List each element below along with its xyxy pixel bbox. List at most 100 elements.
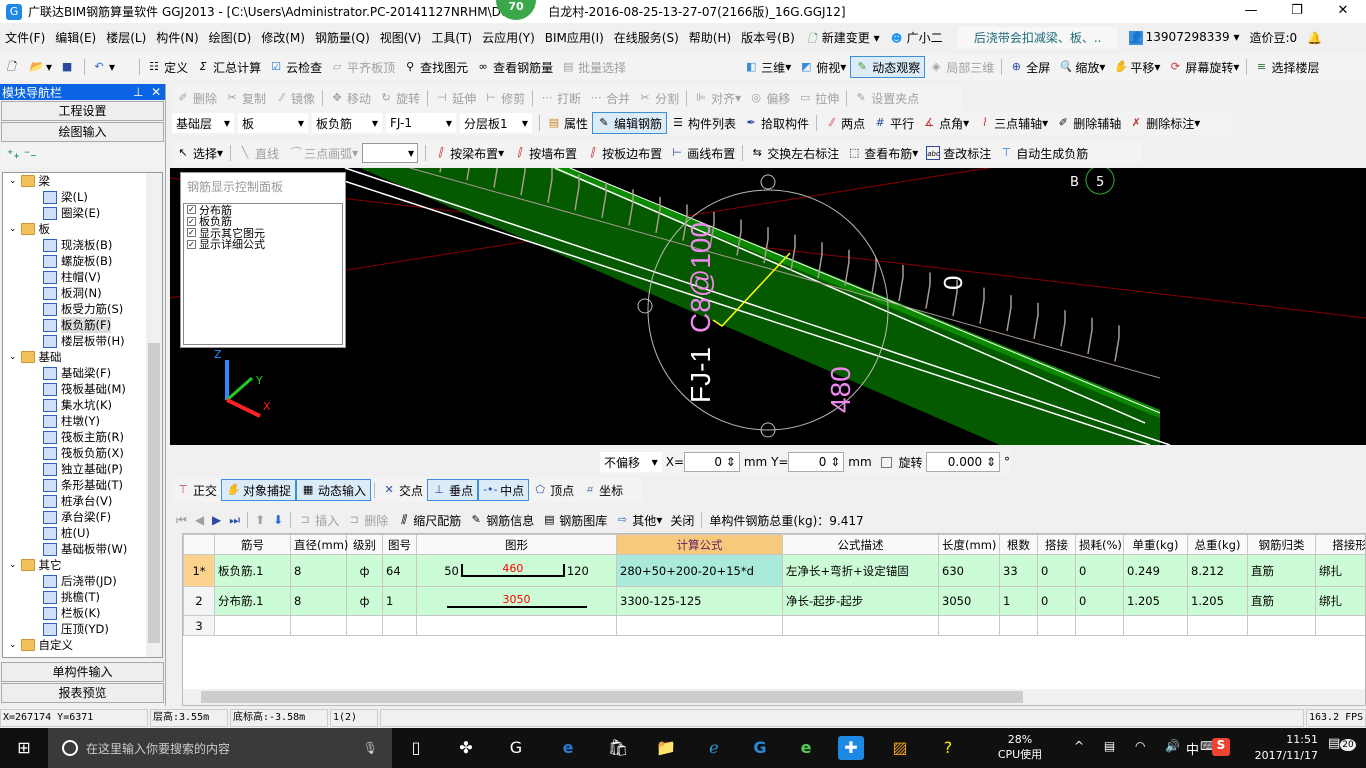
tree-item[interactable]: 压顶(YD) [3, 621, 162, 637]
tree-item[interactable]: 筏板主筋(R) [3, 429, 162, 445]
tree-item[interactable]: 挑檐(T) [3, 589, 162, 605]
cell-figure-no[interactable]: 1 [382, 586, 417, 616]
line-button[interactable]: ╲ 直线 [234, 142, 283, 164]
tree-item[interactable]: 后浇带(JD) [3, 573, 162, 589]
menu-edit[interactable]: 编辑(E) [50, 29, 101, 46]
column-header[interactable]: 图形 [416, 534, 617, 555]
nav-close-icon[interactable]: ✕ [151, 85, 161, 99]
first-record-button[interactable]: ⏮ [172, 509, 191, 531]
taskbar-search[interactable]: 在这里输入你要搜索的内容 🎙 [48, 728, 392, 768]
column-header[interactable]: 总重(kg) [1187, 534, 1248, 555]
column-header[interactable]: 筋号 [214, 534, 291, 555]
three-point-axis-button[interactable]: ⌇ 三点辅轴 ▾ [973, 112, 1052, 134]
app-notes-icon[interactable]: ▨ [888, 736, 912, 760]
cell-count[interactable]: 33 [999, 554, 1038, 587]
calculate-button[interactable]: Σ 汇总计算 [192, 56, 265, 78]
file-explorer-icon[interactable]: 📁 [654, 736, 678, 760]
vertex-snap-button[interactable]: ⬠ 顶点 [529, 479, 578, 501]
tray-icons[interactable]: ^ ▤ ◠ 🔊 ⌨ [1074, 739, 1225, 753]
collapse-all-icon[interactable]: ⁻₋ [24, 147, 37, 161]
copy-button[interactable]: ✂ 复制 [221, 87, 270, 109]
menu-view[interactable]: 视图(V) [375, 29, 427, 46]
column-header[interactable]: 计算公式 [616, 534, 783, 555]
tree-item[interactable]: 梁(L) [3, 189, 162, 205]
view-rebar-qty-button[interactable]: ∞ 查看钢筋量 [472, 56, 557, 78]
edit-rebar-button[interactable]: ✎ 编辑钢筋 [592, 112, 668, 134]
ggj-app-icon[interactable]: ✚ [838, 736, 864, 760]
chevron-down-icon[interactable]: ⌄ [9, 560, 17, 570]
screen-rotate-button[interactable]: ⟳ 屏幕旋转 ▾ [1164, 56, 1243, 78]
assistant-button[interactable]: ☻ 广小二 [885, 29, 948, 46]
column-header[interactable]: 直径(mm) [290, 534, 348, 555]
select-floor-button[interactable]: ≡ 选择楼层 [1250, 56, 1323, 78]
ime-indicator[interactable]: 中 [1186, 739, 1199, 758]
help-app-icon[interactable]: ? [936, 736, 960, 760]
menu-bim[interactable]: BIM应用(I) [540, 29, 609, 46]
column-header[interactable]: 图号 [382, 534, 417, 555]
place-by-slab-edge-button[interactable]: ⫿ 按板边布置 [581, 142, 666, 164]
nav-single-component-input[interactable]: 单构件输入 [1, 662, 164, 682]
pan-button[interactable]: ✋ 平移 ▾ [1109, 56, 1164, 78]
ortho-button[interactable]: ⊤ 正交 [172, 479, 221, 501]
edit-label-button[interactable]: abc 查改标注 [922, 142, 995, 164]
cell-lap[interactable]: 0 [1037, 586, 1076, 616]
cell-count[interactable]: 1 [999, 586, 1038, 616]
orbit-button[interactable]: ✎ 动态观察 [850, 56, 926, 78]
cloud-check-button[interactable]: ☑ 云检查 [265, 56, 326, 78]
object-snap-button[interactable]: ✋ 对象捕捉 [221, 479, 297, 501]
next-record-button[interactable]: ▶ [208, 509, 225, 531]
tree-item[interactable]: 柱墩(Y) [3, 413, 162, 429]
cell-length[interactable]: 630 [938, 554, 1000, 587]
split-button[interactable]: ✂ 分割 [634, 87, 683, 109]
last-record-button[interactable]: ⏭ [225, 509, 244, 531]
two-point-axis-button[interactable]: ⫽ 两点 [820, 112, 869, 134]
tree-item[interactable]: 基础梁(F) [3, 365, 162, 381]
arc-button[interactable]: ⌒ 三点画弧 ▾ [283, 142, 362, 164]
open-button[interactable]: 📂 ▾ [25, 56, 56, 78]
windows-start-icon[interactable]: ⊞ [12, 736, 36, 760]
rotate-button[interactable]: ↻ 旋转 [375, 87, 424, 109]
align-button[interactable]: ⊫ 对齐 ▾ [690, 87, 745, 109]
tree-item[interactable]: 螺旋板(B) [3, 253, 162, 269]
column-header[interactable]: 公式描述 [782, 534, 939, 555]
clock[interactable]: 11:51 2017/11/17 [1238, 732, 1318, 764]
cell-description[interactable]: 左净长+弯折+设定锚固 [782, 554, 939, 587]
delete-row-button[interactable]: ⊐ 删除 [343, 509, 392, 531]
cell-grade[interactable]: ф [346, 586, 383, 616]
cell-description[interactable]: 净长-起步-起步 [782, 586, 939, 616]
pin-icon[interactable]: ⊥ [133, 85, 143, 99]
minimize-button[interactable]: — [1228, 0, 1274, 23]
cell-figure-no[interactable]: 64 [382, 554, 417, 587]
tree-item[interactable]: 板受力筋(S) [3, 301, 162, 317]
cell-unit-weight[interactable]: 0.249 [1123, 554, 1188, 587]
menu-draw[interactable]: 绘图(D) [204, 29, 257, 46]
cell-grade[interactable]: ф [346, 554, 383, 587]
tree-item[interactable]: 条形基础(T) [3, 477, 162, 493]
scrollbar-thumb[interactable] [148, 343, 160, 643]
row-number[interactable]: 2 [183, 586, 215, 616]
expand-all-icon[interactable]: ⁺₊ [7, 147, 20, 161]
menu-version[interactable]: 版本号(B) [736, 29, 800, 46]
app-e-icon[interactable]: e [794, 736, 818, 760]
tree-folder[interactable]: ⌄ 梁 [3, 173, 162, 189]
rebar-info-button[interactable]: ✎ 钢筋信息 [465, 509, 538, 531]
delete-axis-button[interactable]: ✐ 删除辅轴 [1052, 112, 1125, 134]
column-header[interactable]: 长度(mm) [938, 534, 1000, 555]
cell-total-weight[interactable]: 8.212 [1187, 554, 1248, 587]
cell-name[interactable]: 分布筋.1 [214, 586, 291, 616]
maximize-button[interactable]: ❐ [1274, 0, 1320, 23]
point-angle-button[interactable]: ∡ 点角 ▾ [918, 112, 973, 134]
nav-report-preview[interactable]: 报表预览 [1, 683, 164, 703]
arc-option-select[interactable]: ▼ [362, 143, 419, 163]
delete-button[interactable]: ✐ 删除 [172, 87, 221, 109]
tree-item[interactable]: 圈梁(E) [3, 205, 162, 221]
tree-folder[interactable]: ⌄ 自定义 [3, 637, 162, 653]
column-header[interactable]: 钢筋归类 [1247, 534, 1316, 555]
account-button[interactable]: 👤 13907298339 ▾ [1124, 30, 1245, 45]
cell-loss[interactable]: 0 [1075, 586, 1124, 616]
tree-item[interactable]: 板负筋(F) [3, 317, 162, 333]
microphone-icon[interactable]: 🎙 [363, 741, 378, 755]
x-offset-input[interactable]: 0 ⇕ [684, 452, 740, 472]
chevron-down-icon[interactable]: ⌄ [9, 352, 17, 362]
find-element-button[interactable]: ⚲ 查找图元 [399, 56, 472, 78]
